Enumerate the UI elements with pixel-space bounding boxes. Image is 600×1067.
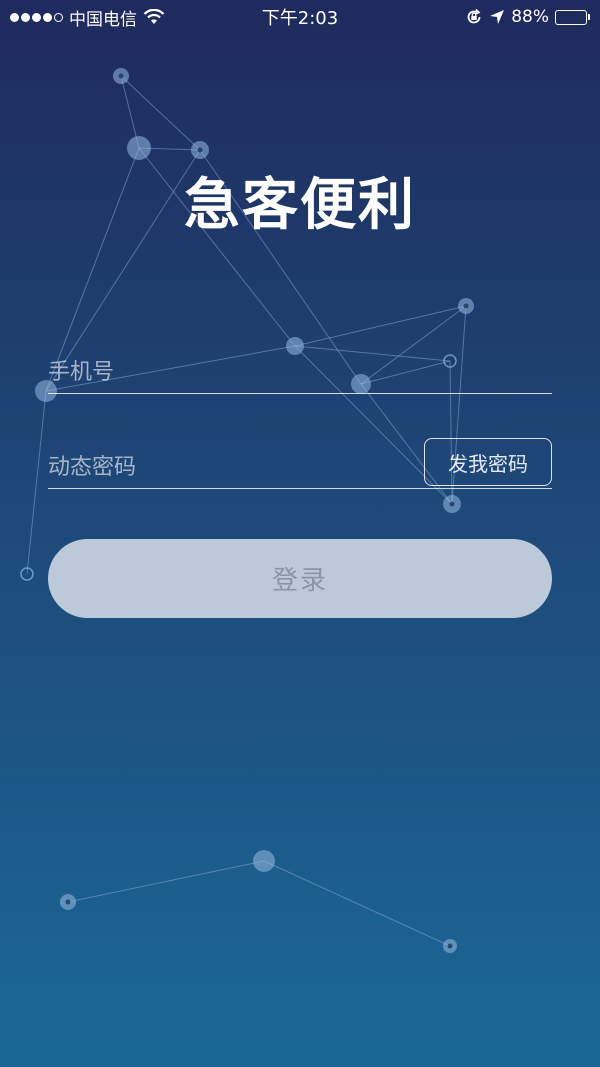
status-bar-right: 88%: [465, 7, 590, 27]
phone-field: [48, 352, 552, 394]
battery-icon: [555, 9, 590, 25]
status-bar: 中国电信 下午2:03 88%: [0, 0, 600, 34]
rotation-lock-icon: [467, 8, 481, 24]
send-code-button[interactable]: 发我密码: [424, 438, 552, 486]
phone-input[interactable]: [48, 352, 552, 393]
app-title: 急客便利: [184, 173, 416, 238]
status-bar-left: 中国电信: [10, 5, 165, 30]
carrier-name: 中国电信: [69, 9, 137, 30]
code-field: 发我密码: [48, 438, 552, 489]
login-button[interactable]: 登录: [48, 539, 552, 618]
verification-code-input[interactable]: [48, 447, 408, 488]
location-arrow-icon: [490, 10, 505, 24]
wifi-icon: [143, 9, 165, 24]
battery-percent: 88%: [511, 7, 549, 27]
signal-dots-icon: [10, 12, 63, 22]
